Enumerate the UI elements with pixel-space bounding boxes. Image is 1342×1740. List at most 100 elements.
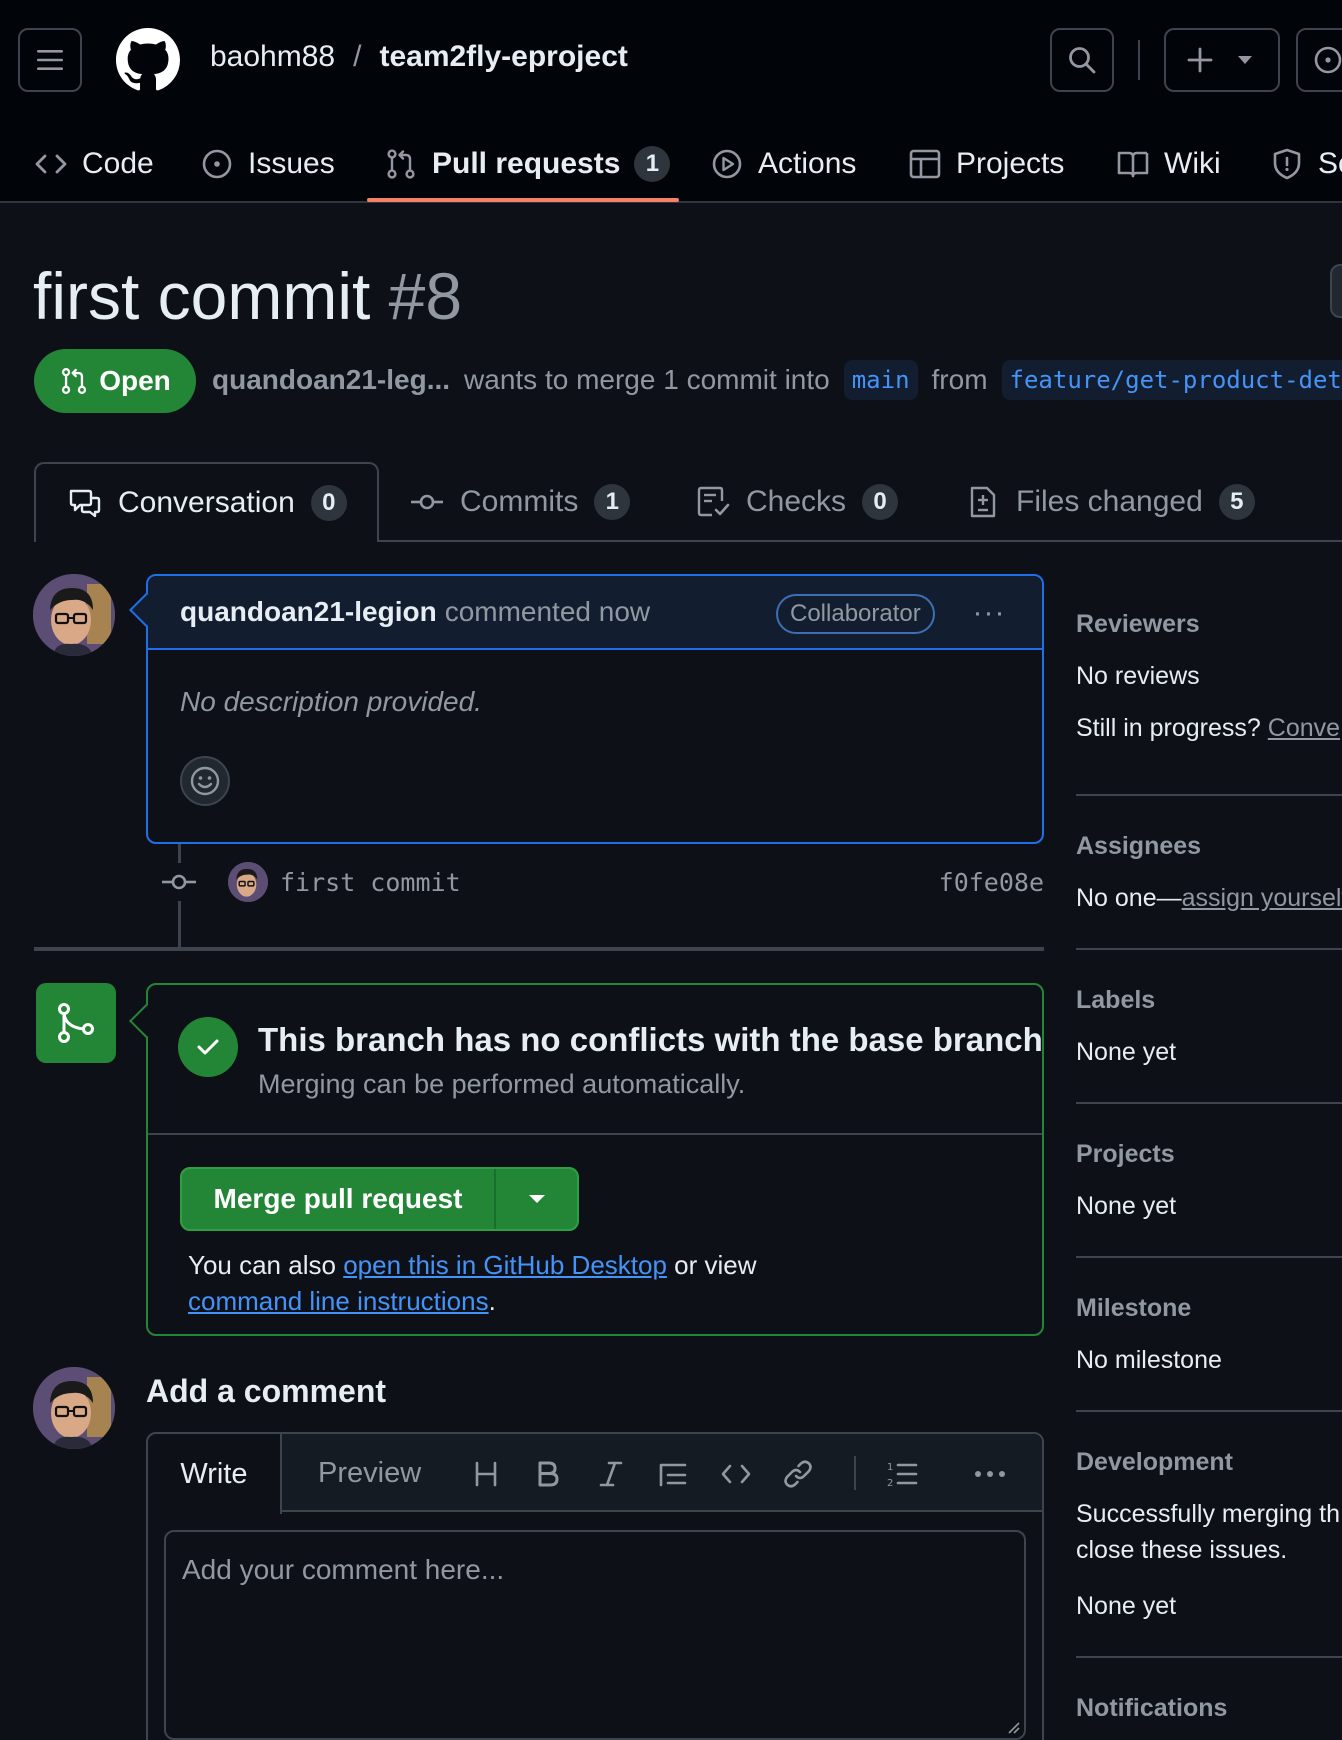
heading-icon — [475, 1461, 497, 1487]
tab-label: Commits — [460, 485, 579, 518]
merge-pull-request-button[interactable]: Merge pull request — [182, 1169, 496, 1229]
tab-security[interactable]: Se — [1270, 125, 1342, 203]
create-new-button[interactable] — [1164, 28, 1280, 92]
italic-button[interactable] — [591, 1454, 631, 1494]
tab-issues[interactable]: Issues — [200, 125, 335, 203]
labels-heading[interactable]: Labels — [1076, 986, 1155, 1015]
page-title: first commit #8 — [33, 258, 462, 334]
triangle-down-icon — [528, 1195, 545, 1203]
pull-requests-count: 1 — [634, 146, 671, 182]
tab-count: 5 — [1218, 484, 1255, 520]
avatar[interactable] — [33, 574, 115, 656]
book-icon — [1117, 151, 1149, 178]
issues-button[interactable] — [1296, 28, 1342, 92]
sidebar-divider — [1076, 794, 1342, 796]
status-label: Open — [99, 365, 171, 396]
hamburger-icon — [37, 50, 63, 70]
edit-title-button[interactable] — [1330, 264, 1342, 318]
assignees-prefix: No one— — [1076, 884, 1182, 912]
merge-options-dropdown[interactable] — [496, 1169, 577, 1229]
merge-box-caret — [129, 1004, 163, 1038]
heading-button[interactable] — [466, 1454, 506, 1494]
tab-commits[interactable]: Commits 1 — [410, 462, 631, 542]
assign-yourself-link[interactable]: assign yourself — [1182, 884, 1342, 912]
tab-label: Conversation — [118, 486, 295, 519]
svg-text:1: 1 — [887, 1462, 893, 1473]
svg-text:2: 2 — [887, 1478, 893, 1489]
add-reaction-button[interactable] — [180, 756, 230, 806]
check-icon — [178, 1017, 238, 1077]
repo-link[interactable]: team2fly-eproject — [379, 40, 627, 74]
timeline-commit: first commit f0fe08e — [160, 860, 1044, 904]
or-view-text: or view — [674, 1250, 757, 1280]
collaborator-badge: Collaborator — [776, 594, 935, 634]
pr-description-comment: quandoan21-legion commented now Collabor… — [129, 574, 1044, 844]
comment-time[interactable]: commented now — [445, 596, 650, 628]
milestone-value: No milestone — [1076, 1346, 1222, 1374]
comment-editor: Write Preview 12 Add your comment here..… — [146, 1432, 1044, 1740]
reviewers-heading[interactable]: Reviewers — [1076, 610, 1200, 639]
status-badge: Open — [34, 349, 196, 413]
comment-options-button[interactable]: ··· — [964, 596, 1014, 630]
merge-box-divider — [148, 1133, 1042, 1135]
sidebar-divider — [1076, 1410, 1342, 1412]
tab-conversation[interactable]: Conversation 0 — [34, 462, 379, 542]
bold-button[interactable] — [528, 1454, 568, 1494]
tab-wiki[interactable]: Wiki — [1116, 125, 1221, 203]
from-text: from — [931, 364, 988, 395]
commit-message-link[interactable]: first commit — [280, 868, 461, 897]
commit-sha-link[interactable]: f0fe08e — [939, 868, 1044, 897]
projects-heading[interactable]: Projects — [1076, 1140, 1175, 1169]
commit-author-avatar[interactable] — [228, 862, 268, 902]
comment-textarea[interactable]: Add your comment here... — [164, 1530, 1026, 1740]
link-button[interactable] — [778, 1454, 818, 1494]
head-branch[interactable]: feature/get-product-det — [1001, 360, 1342, 400]
code-button[interactable] — [716, 1454, 756, 1494]
pull-request-page: baohm88 / team2fly-eproject Code Issues — [0, 0, 1342, 1740]
merge-button-group: Merge pull request — [180, 1167, 579, 1231]
write-tab[interactable]: Write — [148, 1434, 282, 1514]
tab-files-changed[interactable]: Files changed 5 — [966, 462, 1255, 542]
base-branch[interactable]: main — [843, 360, 918, 400]
avatar[interactable] — [33, 1367, 115, 1449]
tab-projects[interactable]: Projects — [908, 125, 1064, 203]
git-commit-icon — [160, 863, 198, 901]
tab-actions[interactable]: Actions — [710, 125, 856, 203]
development-line-2: close these issues. — [1076, 1536, 1288, 1564]
quote-button[interactable] — [653, 1454, 693, 1494]
owner-link[interactable]: baohm88 — [210, 40, 335, 74]
global-header: baohm88 / team2fly-eproject Code Issues — [0, 0, 1342, 203]
header-divider — [1138, 40, 1140, 80]
search-button[interactable] — [1050, 28, 1114, 92]
preview-tab[interactable]: Preview — [318, 1434, 421, 1512]
pr-author-link[interactable]: quandoan21-leg... — [212, 364, 450, 396]
link-icon — [784, 1460, 812, 1488]
tab-code[interactable]: Code — [34, 125, 154, 203]
git-merge-icon — [36, 983, 116, 1063]
plus-icon — [1187, 47, 1213, 73]
checklist-icon — [697, 486, 730, 517]
triangle-down-icon — [1238, 56, 1252, 64]
github-desktop-link[interactable]: open this in GitHub Desktop — [343, 1250, 667, 1280]
github-logo-icon[interactable] — [116, 28, 180, 92]
convert-to-draft-link[interactable]: Conve — [1268, 714, 1340, 742]
assignees-heading[interactable]: Assignees — [1076, 832, 1201, 861]
list-ordered-icon: 12 — [887, 1462, 918, 1489]
tab-label: Pull requests — [432, 147, 621, 180]
development-heading[interactable]: Development — [1076, 1448, 1233, 1477]
tab-pull-requests[interactable]: Pull requests 1 — [384, 125, 671, 203]
tab-checks[interactable]: Checks 0 — [696, 462, 899, 542]
menu-button[interactable] — [18, 28, 82, 92]
quote-icon — [659, 1463, 687, 1487]
reviewers-value: No reviews — [1076, 662, 1200, 690]
projects-value: None yet — [1076, 1192, 1177, 1220]
ordered-list-button[interactable]: 12 — [882, 1454, 922, 1494]
repo-nav: Code Issues Pull requests 1 Actions Proj… — [0, 125, 1342, 203]
more-tools-button[interactable] — [970, 1454, 1010, 1494]
milestone-heading[interactable]: Milestone — [1076, 1294, 1191, 1323]
command-line-link[interactable]: command line instructions — [188, 1286, 489, 1316]
comment-placeholder: Add your comment here... — [182, 1554, 505, 1585]
comment-author-link[interactable]: quandoan21-legion — [180, 596, 437, 628]
resize-handle-icon[interactable] — [1006, 1720, 1020, 1734]
italic-icon — [599, 1461, 623, 1487]
